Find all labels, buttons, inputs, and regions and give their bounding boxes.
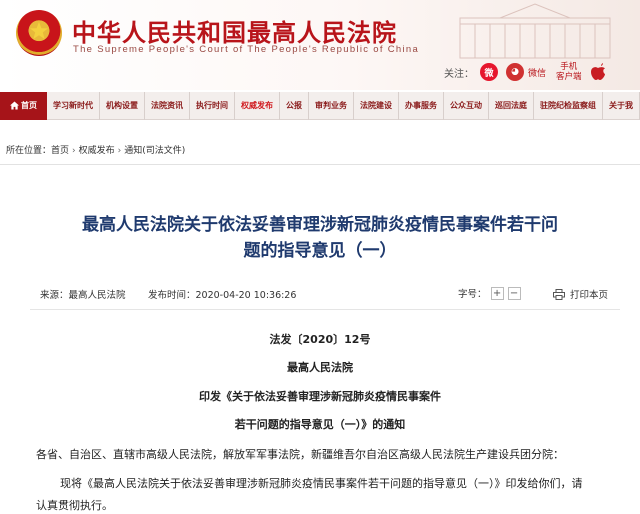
nav-item-circuit[interactable]: 巡回法庭 [489, 91, 534, 120]
nav-item-releases[interactable]: 权威发布 [235, 91, 280, 120]
printer-icon [553, 288, 565, 300]
main-nav: 首页 学习新时代 机构设置 法院资讯 执行时间 权威发布 公报 审判业务 法院建… [0, 91, 640, 120]
article-meta: 来源：最高人民法院 发布时间：2020-04-20 10:36:26 字号： +… [40, 286, 620, 301]
breadcrumb-separator: › [72, 146, 76, 156]
font-decrease-button[interactable]: − [507, 286, 521, 300]
nav-home-label: 首页 [21, 101, 37, 110]
nav-item-study[interactable]: 学习新时代 [47, 91, 100, 120]
nav-item-construction[interactable]: 法院建设 [354, 91, 399, 120]
font-size-label: 字号： [458, 289, 487, 300]
court-building-illustration [459, 3, 611, 59]
mobile-label-1: 手机 [560, 62, 578, 72]
national-emblem-icon[interactable] [16, 10, 62, 56]
article-title-line-1: 最高人民法院关于依法妥善审理涉新冠肺炎疫情民事案件若干问 [82, 215, 558, 235]
article-source: 来源：最高人民法院 [40, 290, 126, 301]
wechat-label: 微信 [528, 68, 547, 79]
wechat-link[interactable]: ◕ 微信 [506, 63, 546, 81]
weibo-link[interactable]: 微 [480, 63, 498, 81]
document-number: 法发〔2020〕12号 [269, 333, 371, 346]
breadcrumb-prefix: 所在位置： [6, 146, 52, 156]
home-icon [10, 101, 19, 110]
apple-icon[interactable] [590, 63, 606, 81]
breadcrumb-releases[interactable]: 权威发布 [79, 146, 115, 156]
breadcrumb-home[interactable]: 首页 [51, 146, 69, 156]
print-button[interactable]: 打印本页 [553, 287, 608, 301]
breadcrumb-notices[interactable]: 通知(司法文件) [124, 146, 185, 156]
print-label: 打印本页 [570, 290, 609, 301]
divider [0, 164, 640, 165]
weibo-icon: 微 [480, 63, 498, 81]
article-publish-time: 发布时间：2020-04-20 10:36:26 [148, 290, 297, 301]
star-icon [30, 22, 48, 39]
font-increase-button[interactable]: + [490, 286, 504, 300]
follow-bar: 关注： 微 ◕ 微信 手机 客户端 [444, 60, 606, 84]
mobile-label-2: 客户端 [556, 72, 582, 82]
site-subtitle: The Supreme People's Court of The People… [73, 44, 420, 55]
site-title[interactable]: 中华人民共和国最高人民法院 [72, 13, 397, 48]
issue-notice-line-2: 若干问题的指导意见（一）》的通知 [234, 418, 406, 431]
nav-item-about[interactable]: 关于我 [603, 91, 640, 120]
nav-item-services[interactable]: 办事服务 [399, 91, 444, 120]
nav-item-news[interactable]: 法院资讯 [145, 91, 190, 120]
issuing-court: 最高人民法院 [287, 361, 353, 374]
addressee: 各省、自治区、直辖市高级人民法院，解放军军事法院，新疆维吾尔自治区高级人民法院生… [36, 448, 564, 461]
nav-item-gazette[interactable]: 公报 [280, 91, 309, 120]
nav-item-discipline[interactable]: 驻院纪检监察组 [534, 91, 603, 120]
article-title-line-2: 题的指导意见（一） [243, 241, 397, 261]
nav-item-execution[interactable]: 执行时间 [190, 91, 235, 120]
follow-label: 关注： [444, 68, 474, 80]
body-text-line-2: 认真贯彻执行。 [36, 499, 113, 512]
issue-notice-line-1: 印发《关于依法妥善审理涉新冠肺炎疫情民事案件 [199, 390, 441, 403]
font-size-control: 字号： + − [458, 286, 521, 300]
nav-item-organization[interactable]: 机构设置 [100, 91, 145, 120]
nav-item-trial[interactable]: 审判业务 [309, 91, 354, 120]
nav-home[interactable]: 首页 [0, 91, 47, 120]
body-text-line-1: 现将《最高人民法院关于依法妥善审理涉新冠肺炎疫情民事案件若干问题的指导意见（一）… [60, 477, 583, 490]
article-title: 最高人民法院关于依法妥善审理涉新冠肺炎疫情民事案件若干问 题的指导意见（一） [60, 212, 580, 264]
breadcrumb: 所在位置：首页 › 权威发布 › 通知(司法文件) [6, 143, 185, 156]
wechat-icon: ◕ [506, 63, 524, 81]
breadcrumb-separator: › [117, 146, 122, 156]
mobile-client-link[interactable]: 手机 客户端 [556, 62, 582, 82]
divider [30, 309, 620, 310]
site-header: 中华人民共和国最高人民法院 The Supreme People's Court… [0, 0, 640, 90]
nav-item-interaction[interactable]: 公众互动 [444, 91, 489, 120]
